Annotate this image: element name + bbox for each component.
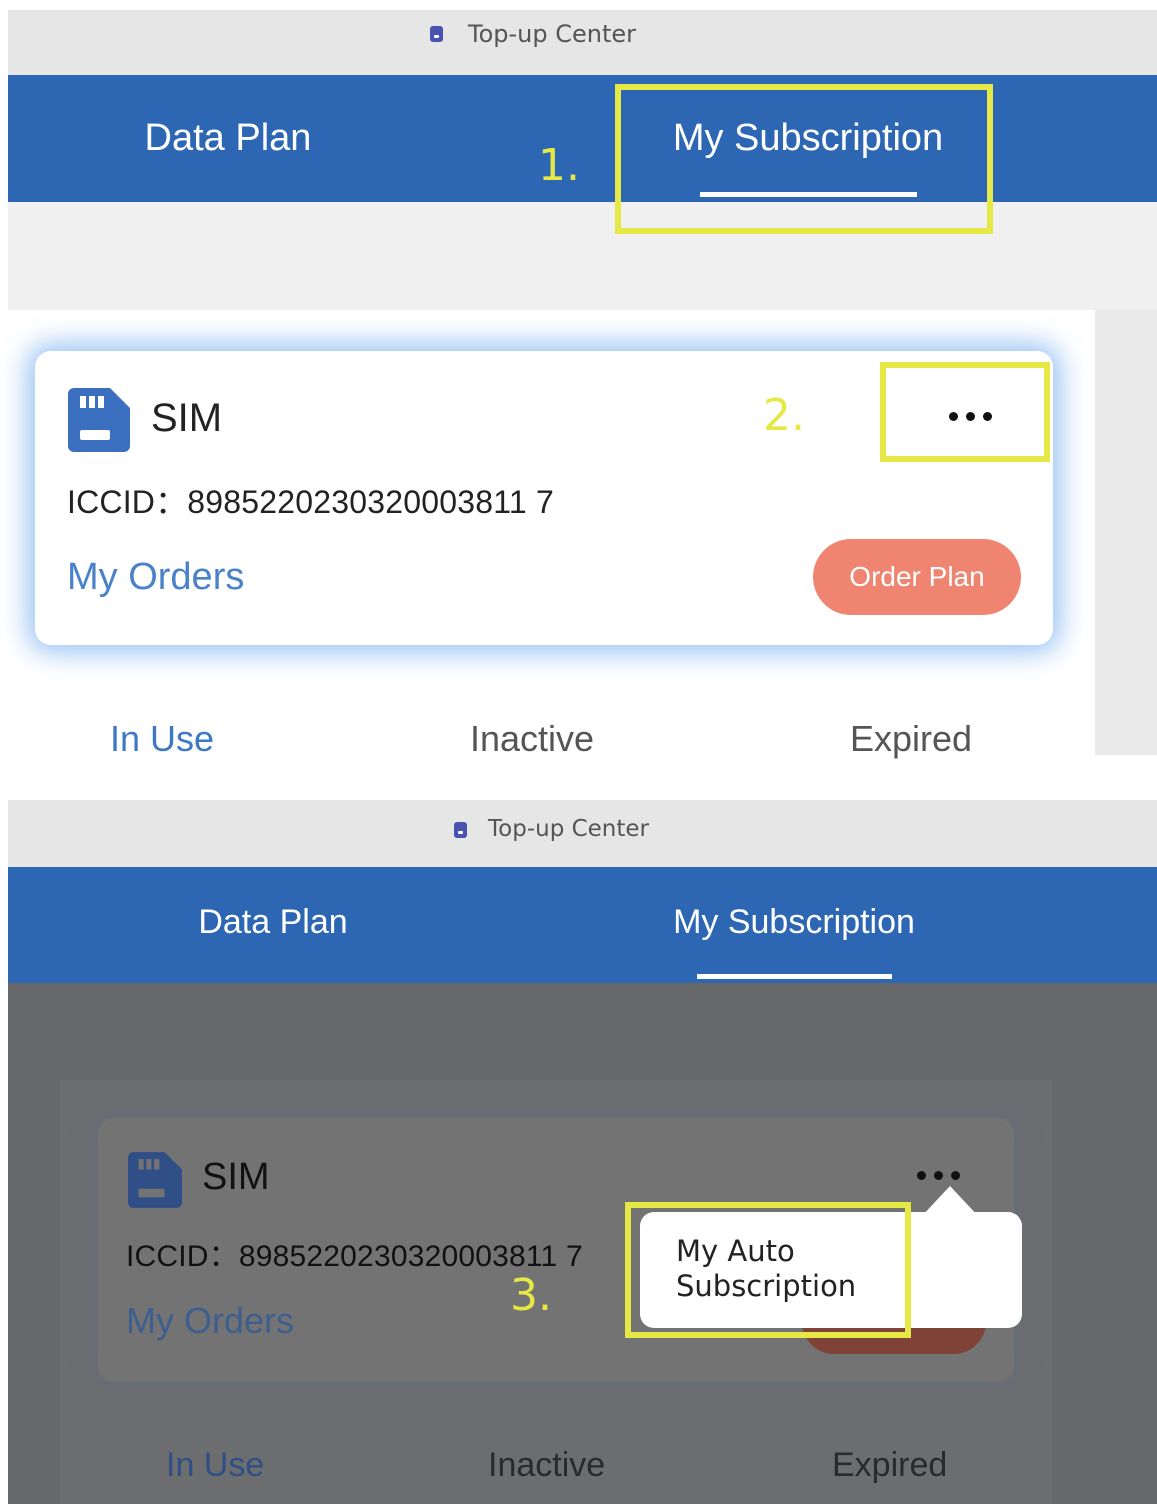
subtab-expired[interactable]: Expired	[850, 718, 972, 760]
tab-data-plan[interactable]: Data Plan	[108, 117, 348, 160]
tab-data-plan[interactable]: Data Plan	[158, 903, 388, 942]
dot	[950, 1170, 960, 1180]
tab-my-subscription[interactable]: My Subscription	[648, 903, 940, 942]
window-title: Top-up Center	[488, 816, 650, 842]
my-orders-link[interactable]: My Orders	[67, 556, 244, 599]
card-title: SIM	[202, 1156, 270, 1198]
app-icon	[430, 26, 443, 42]
step-label-2: 2.	[763, 390, 805, 441]
iccid-text: ICCID：8985220230320003811 7	[126, 1240, 583, 1273]
my-orders-link[interactable]: My Orders	[126, 1300, 294, 1342]
dot	[933, 1170, 943, 1180]
subtab-expired[interactable]: Expired	[832, 1446, 947, 1485]
title-bar: Top-up Center	[8, 10, 1157, 75]
screen-2: Top-up Center Data Plan My Subscription …	[0, 800, 1157, 1504]
highlight-box-step-1	[615, 84, 993, 234]
window-title: Top-up Center	[468, 20, 637, 48]
dot	[916, 1170, 926, 1180]
top-nav: Data Plan My Subscription	[8, 867, 1157, 983]
highlight-box-step-2	[880, 362, 1050, 462]
right-scroll-gutter	[1095, 310, 1157, 755]
screen-1: Top-up Center Data Plan My Subscription …	[0, 0, 1157, 759]
app-icon	[454, 822, 467, 838]
active-tab-underline	[697, 974, 892, 979]
subtab-in-use[interactable]: In Use	[110, 718, 214, 760]
title-bar: Top-up Center	[8, 800, 1157, 867]
card-title: SIM	[151, 396, 223, 440]
order-plan-button[interactable]: Order Plan	[813, 539, 1021, 615]
subtab-inactive[interactable]: Inactive	[470, 718, 594, 760]
highlight-box-step-3	[625, 1202, 911, 1338]
sim-card-icon	[128, 1152, 182, 1208]
step-label-3: 3.	[510, 1270, 552, 1321]
step-label-1: 1.	[538, 140, 580, 191]
subtab-in-use[interactable]: In Use	[166, 1446, 264, 1485]
subtab-inactive[interactable]: Inactive	[488, 1446, 605, 1485]
iccid-text: ICCID：8985220230320003811 7	[67, 484, 554, 520]
sim-card-icon	[68, 388, 130, 452]
